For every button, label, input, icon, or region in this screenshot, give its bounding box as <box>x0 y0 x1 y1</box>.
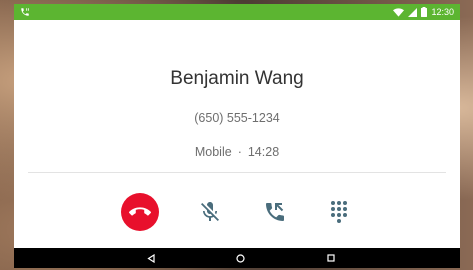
home-button[interactable] <box>233 252 247 264</box>
status-time: 12:30 <box>431 7 454 17</box>
caller-number: (650) 555-1234 <box>194 111 280 125</box>
end-call-button[interactable] <box>121 193 159 231</box>
recents-icon <box>327 254 335 262</box>
divider <box>28 172 446 173</box>
phone-call-icon <box>20 7 30 17</box>
status-bar: 12:30 <box>14 4 460 20</box>
dialpad-button[interactable] <box>319 192 359 232</box>
mute-button[interactable] <box>190 192 230 232</box>
home-icon <box>235 253 245 263</box>
call-card: Benjamin Wang (650) 555-1234 Mobile · 14:2… <box>14 20 460 248</box>
transfer-call-button[interactable] <box>255 192 295 232</box>
mic-off-icon <box>198 200 222 224</box>
dialpad-icon <box>328 200 350 224</box>
back-button[interactable] <box>144 252 158 264</box>
battery-icon <box>421 7 428 17</box>
call-transfer-icon <box>263 200 287 224</box>
recents-button[interactable] <box>324 252 338 264</box>
call-controls <box>14 192 460 232</box>
signal-icon <box>408 7 418 17</box>
call-status: Mobile · 14:28 <box>14 145 460 159</box>
caller-name: Benjamin Wang <box>170 68 304 89</box>
call-duration: 14:28 <box>247 145 280 159</box>
call-type: Mobile <box>194 145 232 159</box>
end-call-icon <box>129 201 151 223</box>
status-separator: · <box>237 145 242 159</box>
wifi-icon <box>393 7 405 17</box>
back-icon <box>147 253 155 263</box>
navigation-bar <box>14 248 460 268</box>
